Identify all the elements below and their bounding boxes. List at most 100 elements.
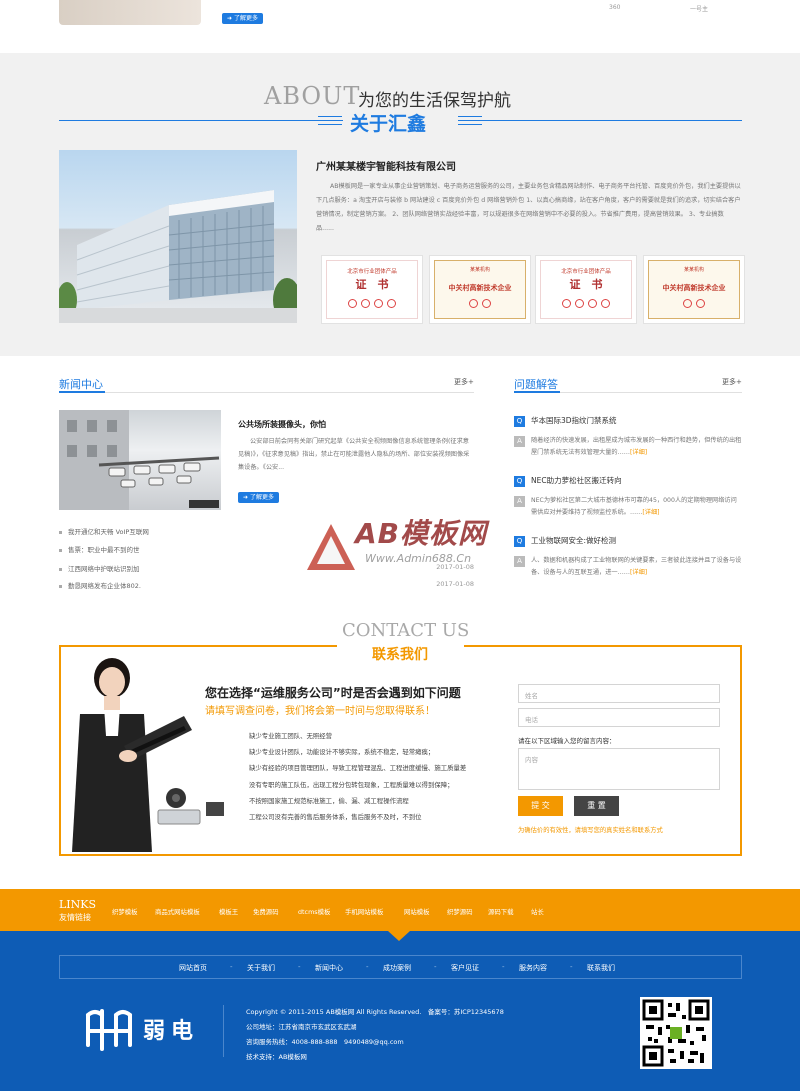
qa-detail-link[interactable]: [详细] <box>630 449 647 456</box>
phone-input[interactable]: 电话 <box>518 708 720 727</box>
qa-question[interactable]: Q NEC助力萝松社区搬迁转向 <box>514 475 622 487</box>
about-deco-left <box>318 116 342 125</box>
bullet-icon <box>59 548 62 552</box>
footer-nav-item[interactable]: 网站首页 <box>179 963 207 973</box>
qa-title: 问题解答 <box>514 378 558 391</box>
issue-item: 缺少专业施工团队、无照经营 <box>249 732 333 740</box>
about-subtitle: 关于汇鑫 <box>350 113 427 135</box>
footer-nav-item[interactable]: 成功案例 <box>383 963 411 973</box>
issue-item: 没有专职的施工队伍，出现工程分包转包现象，工程质量难以得到保障； <box>249 780 454 789</box>
qa-question[interactable]: Q 工业物联网安全:做好检测 <box>514 535 616 547</box>
seal-icon <box>683 299 692 308</box>
footer-nav-item[interactable]: 关于我们 <box>247 963 275 973</box>
certificate-issuer: 北京市行业团体产品 <box>561 269 611 275</box>
certificate-card: 北京市行业团体产品证 书 <box>321 255 423 324</box>
about-title-en: ABOUT <box>264 82 361 110</box>
footer-address: 公司地址：江苏省南京市玄武区玄武湖 <box>246 1023 357 1031</box>
friend-link[interactable]: 织梦源码 <box>447 907 473 916</box>
footer-hotline: 咨询服务热线：4008-888-888 9490489@qq.com <box>246 1038 404 1046</box>
footer-nav-item[interactable]: 联系我们 <box>587 963 615 973</box>
name-input[interactable]: 姓名 <box>518 684 720 703</box>
friend-link[interactable]: 商品式网站模板 <box>155 907 200 916</box>
certificate-frame: 北京市行业团体产品证 书 <box>326 260 418 319</box>
seal-icon <box>361 299 370 308</box>
friend-link[interactable]: 模板王 <box>219 907 238 916</box>
question-badge-icon: Q <box>514 416 525 427</box>
friend-link[interactable]: 站长 <box>531 907 544 916</box>
seal-icon <box>588 299 597 308</box>
friend-link[interactable]: 网站模板 <box>404 907 430 916</box>
friend-link[interactable]: 织梦模板 <box>112 907 138 916</box>
certificate-frame: 北京市行业团体产品证 书 <box>540 260 632 319</box>
qa-detail-link[interactable]: [详细] <box>630 569 647 576</box>
contact-note: 为确估价的有效性，请填写您的真实姓名和联系方式 <box>518 827 663 834</box>
about-title-cn: 为您的生活保驾护航 <box>358 91 511 111</box>
news-list-item[interactable]: 我开通亿和天畅 VoIP互联网 <box>59 526 474 536</box>
top-stat-b: 一号主 <box>690 6 709 13</box>
contact-border-left <box>59 645 337 647</box>
top-stat-a: 360 <box>609 4 621 11</box>
friend-link[interactable]: dtcms模板 <box>298 907 330 916</box>
qr-code-icon <box>640 997 712 1069</box>
news-list-item[interactable]: 江西网络中护联站识别加 2017-01-08 <box>59 563 474 573</box>
play-icon: ➜ <box>227 15 233 22</box>
top-section: ➜ 了解更多 360 一号主 <box>0 0 800 53</box>
news-more-button[interactable]: ➜ 了解更多 <box>238 492 279 503</box>
friend-link[interactable]: 源码下载 <box>488 907 514 916</box>
friend-link[interactable]: 手机网站模板 <box>345 907 383 916</box>
news-headline[interactable]: 公共场所装摄像头，你怕 <box>238 419 326 430</box>
footer-nav-separator: - <box>570 963 573 971</box>
news-list-item[interactable]: 勤恳网络发布企业体802. 2017-01-08 <box>59 580 474 590</box>
textarea-label: 请在以下区域输入您的留言内容： <box>518 737 616 745</box>
certificate-card: 北京市行业团体产品证 书 <box>535 255 637 324</box>
news-list-item[interactable]: 售票：职业中最不到的世 <box>59 544 474 554</box>
contact-prompt: 请填写调查问卷，我们将会第一时间与您取得联系！ <box>205 706 435 717</box>
footer-logo-text: 弱电 <box>143 1019 200 1044</box>
certificate-seals <box>327 293 417 312</box>
issue-item: 工程公司没有完善的售后服务体系，售后服务不及时，不到位 <box>249 813 422 822</box>
qa-answer-text: NEC为萝松社区第二大城市基德林市可靠的45，000人的定期物理网络访问需供应对… <box>531 497 737 516</box>
certificate-issuer: 某某机构 <box>683 267 704 273</box>
contact-title-cn: 联系我们 <box>372 647 428 663</box>
contact-border-right <box>464 645 742 647</box>
footer-nav-item[interactable]: 客户见证 <box>451 963 479 973</box>
qa-question[interactable]: Q 华本国际3D指纹门禁系统 <box>514 415 617 427</box>
qa-detail-link[interactable]: [详细] <box>642 509 659 516</box>
qa-answer: A 随着经济的快速发展，出租屋成为城市发展的一种西行和趋势，但传统的出租屋门禁系统… <box>514 435 742 459</box>
message-textarea[interactable]: 内容 <box>518 748 720 790</box>
footer-nav-separator: - <box>434 963 437 971</box>
certificate-title: 中关村高新技术企业 <box>662 284 726 292</box>
links-title-cn: 友情链接 <box>59 913 91 922</box>
links-title-en: LINKS <box>59 898 97 911</box>
news-more-link[interactable]: 更多+ <box>454 377 474 387</box>
news-divider-accent <box>59 391 105 393</box>
bullet-icon <box>59 530 62 534</box>
news-item-title: 勤恳网络发布企业体802. <box>68 582 141 590</box>
footer-nav-item[interactable]: 新闻中心 <box>315 963 343 973</box>
reset-button[interactable]: 重 置 <box>574 796 619 816</box>
top-more-button[interactable]: ➜ 了解更多 <box>222 13 263 24</box>
footer-info: Copyright © 2011-2015 AB模板网 All Rights R… <box>246 1005 504 1065</box>
footer-arrow-icon <box>388 931 410 941</box>
footer-nav-item[interactable]: 服务内容 <box>519 963 547 973</box>
company-name: 广州某某楼宇智能科技有限公司 <box>316 162 456 173</box>
certificate-frame: 某某机构 中关村高新技术企业 <box>434 260 526 319</box>
seal-icon <box>562 299 571 308</box>
certificate-issuer: 北京市行业团体产品 <box>347 269 397 275</box>
news-item-title: 我开通亿和天畅 VoIP互联网 <box>68 528 149 536</box>
seal-icon <box>387 299 396 308</box>
qa-answer: A 人、数据和机器构成了工业物联网的关键要素，三者彼此连接并且了设备与设备、设备与… <box>514 555 742 579</box>
certificate-seals <box>435 293 525 312</box>
news-divider <box>59 392 474 393</box>
submit-button[interactable]: 提 交 <box>518 796 563 816</box>
qa-more-link[interactable]: 更多+ <box>722 377 742 387</box>
certificate-title: 中关村高新技术企业 <box>448 284 512 292</box>
about-description: AB模板网是一家专业从事企业营销策划、电子商务运营服务的公司，主要业务包含精品网… <box>316 183 741 232</box>
about-deco-right <box>458 116 482 125</box>
answer-badge-icon: A <box>514 436 525 447</box>
news-photo <box>59 410 221 510</box>
friend-link[interactable]: 免费源码 <box>253 907 279 916</box>
footer-separator <box>223 1005 224 1057</box>
qa-divider-accent <box>514 391 560 393</box>
seal-icon <box>575 299 584 308</box>
